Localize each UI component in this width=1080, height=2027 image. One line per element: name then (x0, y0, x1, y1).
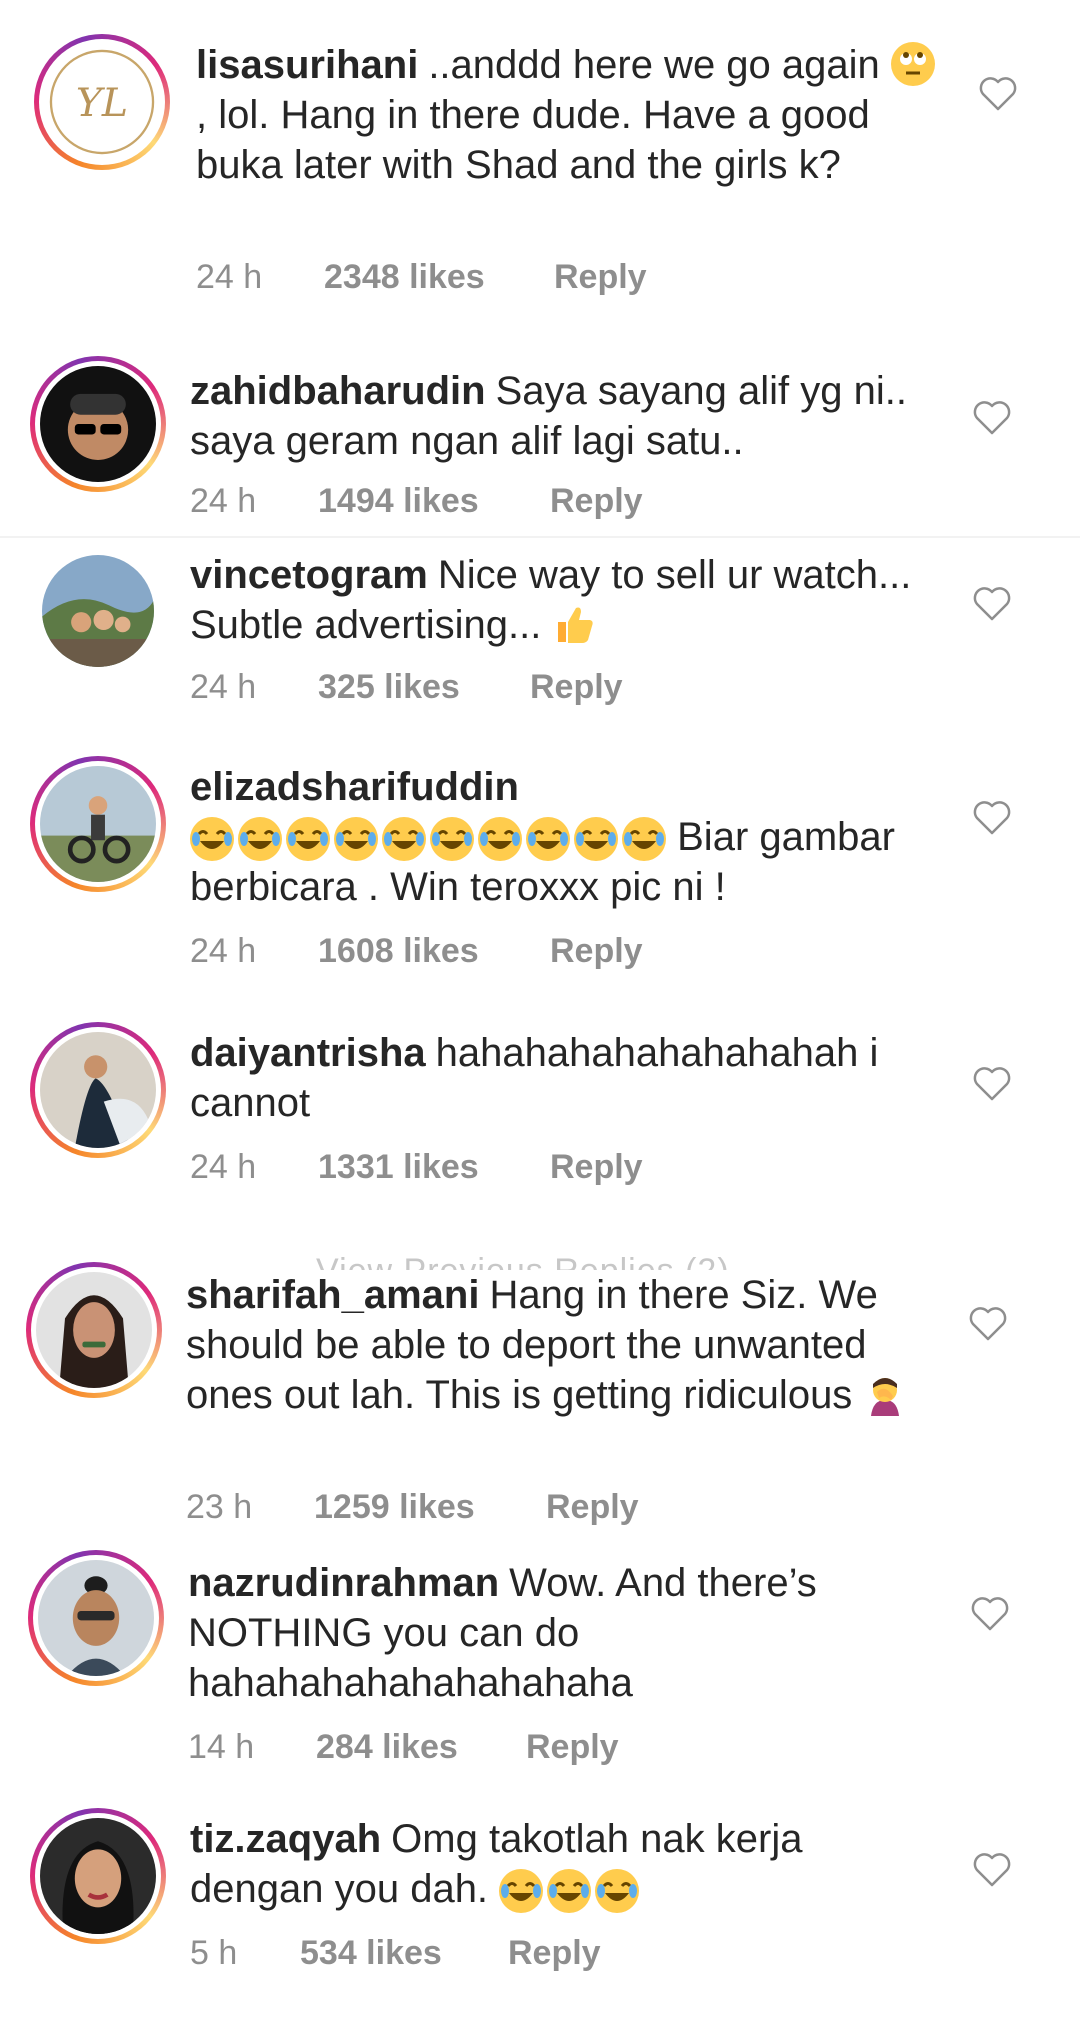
avatar-story-ring[interactable] (28, 1550, 164, 1686)
comment-time: 24 h (190, 932, 257, 970)
comment-text: sharifah_amani Hang in there Siz. We shou… (186, 1270, 936, 1420)
avatar (40, 366, 156, 482)
comment-text: daiyantrisha hahahahahahahahahah i cannot (190, 1031, 879, 1125)
rofl-emoji-icon (595, 1869, 640, 1914)
reply-button[interactable]: Reply (508, 1934, 601, 1973)
comment-text: nazrudinrahman Wow. And there’s NOTHING y… (188, 1561, 817, 1705)
avatar: YL (44, 44, 160, 160)
comment-text: zahidbaharudin Saya sayang alif yg ni.. s… (190, 369, 907, 463)
likes-count[interactable]: 1494 likes (318, 482, 479, 521)
tears-of-joy-emoji-icon (334, 817, 378, 862)
comment-time: 23 h (186, 1488, 253, 1526)
like-heart-icon[interactable] (972, 1066, 1012, 1102)
reply-button[interactable]: Reply (550, 932, 643, 971)
avatar-frame[interactable] (30, 543, 166, 679)
tears-of-joy-emoji-icon (382, 817, 426, 862)
avatar-story-ring[interactable] (30, 1022, 166, 1158)
comment-username[interactable]: elizadsharifuddin (190, 765, 519, 809)
likes-count[interactable]: 534 likes (300, 1934, 442, 1973)
avatar-story-ring[interactable]: YL (34, 34, 170, 170)
comment-time: 24 h (196, 258, 263, 296)
facepalm-emoji-icon (863, 1372, 907, 1416)
like-heart-icon[interactable] (978, 76, 1018, 112)
comment-username[interactable]: daiyantrisha (190, 1031, 426, 1075)
likes-count[interactable]: 1608 likes (318, 932, 479, 971)
likes-count[interactable]: 284 likes (316, 1728, 458, 1767)
like-heart-icon[interactable] (970, 1596, 1010, 1632)
likes-count[interactable]: 2348 likes (324, 258, 485, 297)
tears-of-joy-emoji-icon (430, 817, 474, 862)
comment-username[interactable]: lisasurihani (196, 43, 418, 87)
reply-button[interactable]: Reply (546, 1488, 639, 1527)
tears-of-joy-emoji-group (190, 817, 666, 862)
reply-button[interactable]: Reply (554, 258, 647, 297)
tears-of-joy-emoji-icon (526, 817, 570, 862)
comment-username[interactable]: zahidbaharudin (190, 369, 486, 413)
reply-button[interactable]: Reply (550, 482, 643, 521)
like-heart-icon[interactable] (968, 1306, 1008, 1342)
comment-time: 5 h (190, 1934, 238, 1972)
reply-button[interactable]: Reply (550, 1148, 643, 1187)
like-heart-icon[interactable] (972, 800, 1012, 836)
comment-text: lisasurihani ..anddd here we go again , l… (196, 40, 946, 190)
comment-text: elizadsharifuddin Biar gambar berbicara … (190, 765, 895, 909)
comment-username[interactable]: nazrudinrahman (188, 1561, 499, 1605)
avatar (42, 555, 154, 667)
avatar-story-ring[interactable] (30, 1808, 166, 1944)
comment-text: vincetogram Nice way to sell ur watch... … (190, 553, 912, 647)
comment-text: tiz.zaqyah Omg takotlah nak kerja dengan … (190, 1814, 940, 1914)
likes-count[interactable]: 325 likes (318, 668, 460, 707)
comment-username[interactable]: sharifah_amani (186, 1273, 479, 1317)
avatar-story-ring[interactable] (30, 756, 166, 892)
reply-button[interactable]: Reply (526, 1728, 619, 1767)
avatar-story-ring[interactable] (30, 356, 166, 492)
tears-of-joy-emoji-icon (574, 817, 618, 862)
like-heart-icon[interactable] (972, 400, 1012, 436)
comment-time: 24 h (190, 482, 257, 520)
comment-time: 14 h (188, 1728, 255, 1766)
like-heart-icon[interactable] (972, 586, 1012, 622)
tears-of-joy-emoji-icon (286, 817, 330, 862)
comment-username[interactable]: vincetogram (190, 553, 428, 597)
avatar (40, 1818, 156, 1934)
avatar (38, 1560, 154, 1676)
comment-username[interactable]: tiz.zaqyah (190, 1817, 381, 1861)
rofl-emoji-icon (499, 1869, 544, 1914)
eye-roll-emoji-icon (890, 42, 935, 86)
avatar-story-ring[interactable] (26, 1262, 162, 1398)
svg-text:YL: YL (76, 80, 128, 126)
like-heart-icon[interactable] (972, 1852, 1012, 1888)
rofl-emoji-group (499, 1869, 640, 1914)
likes-count[interactable]: 1331 likes (318, 1148, 479, 1187)
tears-of-joy-emoji-icon (238, 817, 282, 862)
tears-of-joy-emoji-icon (190, 817, 234, 862)
avatar (40, 1032, 156, 1148)
thumbs-up-emoji-icon (552, 602, 596, 646)
avatar (36, 1272, 152, 1388)
comment-time: 24 h (190, 1148, 257, 1186)
view-previous-replies-link[interactable]: View Previous Replies (2) (316, 1252, 730, 1270)
avatar (40, 766, 156, 882)
rofl-emoji-icon (547, 1869, 592, 1914)
reply-button[interactable]: Reply (530, 668, 623, 707)
tears-of-joy-emoji-icon (478, 817, 522, 862)
comment-time: 24 h (190, 668, 257, 706)
divider (0, 536, 1080, 538)
tears-of-joy-emoji-icon (622, 817, 666, 862)
likes-count[interactable]: 1259 likes (314, 1488, 475, 1527)
